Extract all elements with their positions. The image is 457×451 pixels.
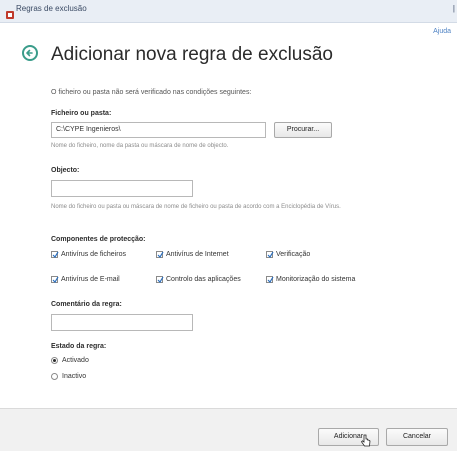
checkbox-file-antivirus[interactable]: Antivírus de ficheiros	[51, 251, 126, 258]
back-arrow-icon	[26, 49, 33, 57]
checkbox-label: Antivírus de ficheiros	[61, 251, 126, 258]
pointer-cursor-icon	[361, 434, 371, 447]
file-field-label: Ficheiro ou pasta:	[51, 110, 112, 117]
checkbox-label: Antivírus de Internet	[166, 251, 229, 258]
object-input[interactable]	[51, 180, 193, 197]
radio-label: Inactivo	[62, 373, 87, 380]
checkbox-web-antivirus[interactable]: Antivírus de Internet	[156, 251, 229, 258]
check-icon	[157, 276, 164, 283]
object-field-hint: Nome do ficheiro ou pasta ou máscara de …	[51, 204, 341, 210]
checkbox-mail-antivirus[interactable]: Antivírus de E-mail	[51, 276, 120, 283]
checkbox-label: Monitorização do sistema	[276, 276, 356, 283]
check-icon	[157, 251, 164, 258]
object-field-label: Objecto:	[51, 167, 80, 174]
components-label: Componentes de protecção:	[51, 236, 146, 243]
file-field-hint: Nome do ficheiro, nome da pasta ou másca…	[51, 143, 229, 149]
comment-input[interactable]	[51, 314, 193, 331]
app-icon	[6, 6, 14, 19]
check-icon	[267, 276, 274, 283]
radio-dot	[51, 373, 58, 380]
file-path-input[interactable]: C:\CYPE Ingenieros\	[51, 122, 266, 138]
checkbox-system-monitor[interactable]: Monitorização do sistema	[266, 276, 355, 283]
status-label: Estado da regra:	[51, 343, 107, 350]
window-corner-mark: |	[452, 4, 455, 13]
check-icon	[52, 276, 59, 283]
window-title: Regras de exclusão	[16, 4, 87, 13]
check-icon	[267, 251, 274, 258]
radio-label: Activado	[62, 357, 89, 364]
title-bar: Regras de exclusão |	[0, 0, 457, 23]
checkbox-label: Antivírus de E-mail	[61, 276, 120, 283]
checkbox-scan[interactable]: Verificação	[266, 251, 310, 258]
radio-dot	[51, 357, 58, 364]
comment-field-label: Comentário da regra:	[51, 301, 122, 308]
radio-enabled[interactable]: Activado	[51, 357, 89, 364]
help-link[interactable]: Ajuda	[433, 28, 451, 35]
back-button[interactable]	[22, 45, 38, 61]
radio-inactive[interactable]: Inactivo	[51, 373, 86, 380]
cancel-button[interactable]: Cancelar	[386, 428, 448, 446]
browse-button[interactable]: Procurar...	[274, 122, 332, 138]
checkbox-label: Verificação	[276, 251, 311, 258]
checkbox-label: Controlo das aplicações	[166, 276, 241, 283]
checkbox-app-control[interactable]: Controlo das aplicações	[156, 276, 241, 283]
check-icon	[52, 251, 59, 258]
page-title: Adicionar nova regra de exclusão	[51, 44, 334, 65]
intro-text: O ficheiro ou pasta não será verificado …	[51, 89, 252, 96]
